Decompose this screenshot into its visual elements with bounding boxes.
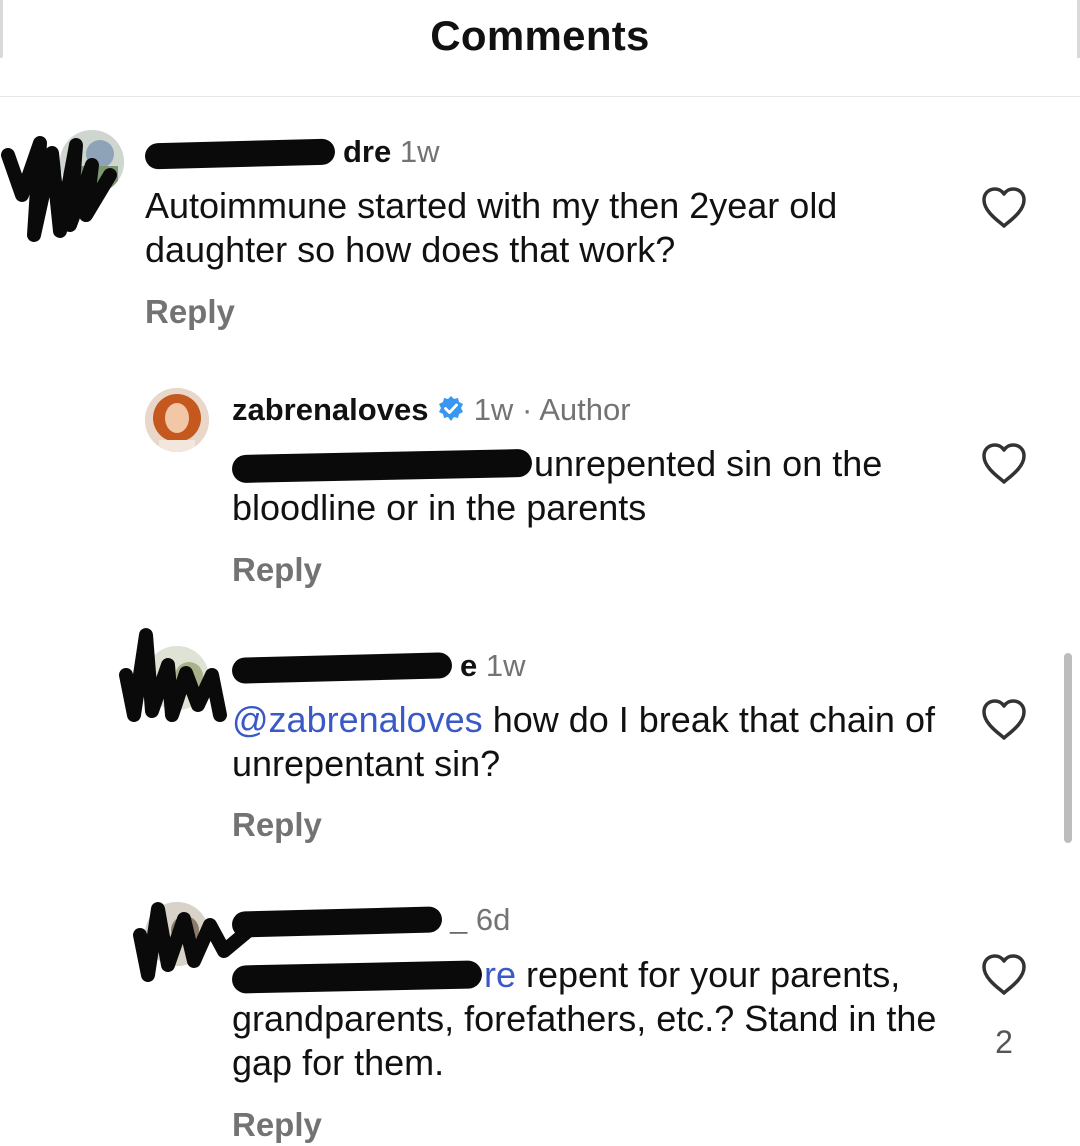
comment-meta: _ 6d [231, 902, 511, 938]
comment-text: Autoimmune started with my then 2year ol… [145, 185, 838, 270]
heart-outline-icon[interactable] [980, 186, 1028, 230]
reply-button[interactable]: Reply [232, 1106, 322, 1144]
comment-text: re repent for your parents, grandparents… [231, 953, 952, 1085]
timestamp: 1w [473, 392, 514, 427]
heart-outline-icon[interactable] [980, 698, 1028, 742]
author-label: Author [539, 392, 631, 427]
mention-link[interactable]: @zabrenaloves [232, 699, 483, 740]
comment-meta: dre 1w [144, 134, 440, 170]
comment-meta: zabrenaloves 1w · Author [232, 392, 631, 428]
page-title: Comments [430, 12, 650, 59]
timestamp: 6d [475, 902, 511, 937]
reply-button[interactable]: Reply [232, 806, 322, 844]
comments-header: Comments [0, 0, 1080, 97]
reply-button[interactable]: Reply [145, 293, 235, 331]
redaction-scribble [119, 628, 227, 722]
avatar[interactable] [145, 388, 209, 452]
username[interactable]: e [460, 648, 477, 683]
timestamp: 1w [485, 648, 526, 683]
heart-outline-icon[interactable] [980, 442, 1028, 486]
reply-button[interactable]: Reply [232, 551, 322, 589]
redacted-mention [231, 960, 483, 995]
comment-meta: e 1w [231, 648, 526, 684]
comment-text: unrepented sin on the bloodline or in th… [231, 442, 952, 530]
timestamp: 1w [399, 134, 440, 169]
username[interactable]: zabrenaloves [232, 392, 428, 427]
meta-separator: · [521, 392, 533, 427]
mention-link[interactable]: re [484, 954, 516, 995]
avatar-image [145, 388, 209, 452]
heart-outline-icon[interactable] [980, 953, 1028, 997]
redacted-mention [231, 449, 533, 484]
redaction-scribble [1, 136, 117, 242]
like-count: 2 [995, 1024, 1013, 1060]
username[interactable]: dre [343, 134, 391, 169]
redacted-username [144, 138, 336, 170]
redacted-username [231, 651, 453, 684]
redacted-username [231, 906, 443, 938]
verified-badge-icon [439, 396, 464, 421]
scrollbar[interactable] [1064, 653, 1072, 843]
username[interactable]: _ [450, 902, 467, 937]
comment-text: @zabrenaloves how do I break that chain … [232, 698, 952, 786]
